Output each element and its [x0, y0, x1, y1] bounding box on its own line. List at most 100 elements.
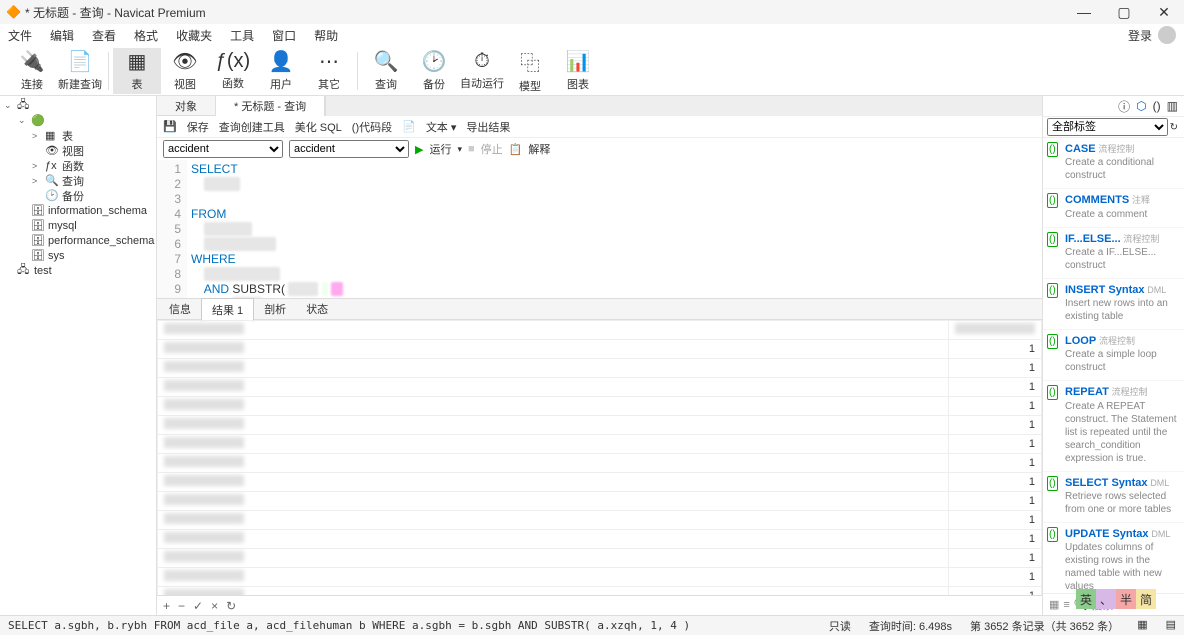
tree-item[interactable]: ⌄🖧 — [0, 98, 156, 113]
toolbar-图表[interactable]: 📊图表 — [554, 48, 602, 94]
toolbar-查询[interactable]: 🔍查询 — [362, 48, 410, 94]
menu-format[interactable]: 格式 — [134, 27, 158, 44]
menu-favorites[interactable]: 收藏夹 — [176, 27, 212, 44]
snippet-list[interactable]: CASE 流程控制Create a conditional constructC… — [1043, 138, 1184, 593]
tree-item[interactable]: 🗄information_schema — [0, 203, 156, 218]
tree-item[interactable]: ⌄🟢 — [0, 113, 156, 128]
toolbar-函数[interactable]: ƒ(x)函数 — [209, 48, 257, 94]
menu-help[interactable]: 帮助 — [314, 27, 338, 44]
menu-tools[interactable]: 工具 — [230, 27, 254, 44]
status-form-icon[interactable]: ▤ — [1166, 618, 1176, 634]
tree-item[interactable]: 🗄mysql — [0, 218, 156, 233]
panel-icon-1[interactable]: ⓘ — [1118, 98, 1130, 115]
explain-button[interactable]: 解释 — [528, 141, 550, 157]
menu-file[interactable]: 文件 — [8, 27, 32, 44]
maximize-button[interactable]: ▢ — [1110, 4, 1138, 21]
toolbar-自动运行[interactable]: ⏱自动运行 — [458, 48, 506, 94]
add-row-button[interactable]: + — [163, 599, 170, 613]
status-grid-icon[interactable]: ▦ — [1137, 618, 1147, 634]
query-controls: accident accident ▶运行▾ ■停止 📋解释 — [157, 138, 1042, 160]
tree-item[interactable]: 🖧test — [0, 263, 156, 278]
tree-item[interactable]: >ƒx函数 — [0, 158, 156, 173]
result-tab-信息[interactable]: 信息 — [159, 298, 201, 320]
window-title: * 无标题 - 查询 - Navicat Premium — [25, 4, 206, 21]
close-button[interactable]: ✕ — [1150, 4, 1178, 21]
minimize-button[interactable]: — — [1070, 4, 1098, 20]
tree-item[interactable]: 🗄performance_schema — [0, 233, 156, 248]
toolbar-模型[interactable]: ⿻模型 — [506, 48, 554, 94]
grid-view-icon[interactable]: ▦ — [1049, 598, 1059, 611]
query-builder-button[interactable]: 查询创建工具 — [219, 119, 285, 135]
snippet-filter-select[interactable]: 全部标签 — [1047, 118, 1168, 136]
panel-icon-4[interactable]: ▥ — [1167, 99, 1178, 113]
toolbar-其它[interactable]: ⋯其它 — [305, 48, 353, 94]
table-row[interactable]: 1 — [158, 587, 1042, 596]
tab-对象[interactable]: 对象 — [157, 96, 216, 116]
sql-code[interactable]: SELECT xxxxxx FROM xxxxxxxx xxxxxxxxxxxx… — [187, 160, 1042, 298]
table-row[interactable]: 1 — [158, 359, 1042, 378]
result-tab-剖析[interactable]: 剖析 — [254, 298, 296, 320]
table-row[interactable]: 1 — [158, 454, 1042, 473]
toolbar-表[interactable]: ▦表 — [113, 48, 161, 94]
table-row[interactable]: 1 — [158, 416, 1042, 435]
table-row[interactable]: 1 — [158, 492, 1042, 511]
table-row[interactable]: 1 — [158, 397, 1042, 416]
tree-item[interactable]: >🔍查询 — [0, 173, 156, 188]
table-row[interactable]: 1 — [158, 473, 1042, 492]
inner-tabs: 对象* 无标题 - 查询 — [157, 96, 1042, 116]
snippet-button[interactable]: ()代码段 — [352, 119, 392, 135]
table-row[interactable]: 1 — [158, 435, 1042, 454]
tree-item[interactable]: 🕑备份 — [0, 188, 156, 203]
snippet-CASE[interactable]: CASE 流程控制Create a conditional construct — [1043, 138, 1184, 189]
table-row[interactable]: 1 — [158, 511, 1042, 530]
main-area: ⌄🖧⌄🟢>▦表👁视图>ƒx函数>🔍查询🕑备份🗄information_schem… — [0, 96, 1184, 615]
toolbar-视图[interactable]: 👁视图 — [161, 48, 209, 94]
refresh-button[interactable]: ↻ — [226, 599, 236, 613]
snippet-SELECT Syntax[interactable]: SELECT Syntax DMLRetrieve rows selected … — [1043, 472, 1184, 523]
snippet-IF...ELSE...[interactable]: IF...ELSE... 流程控制Create a IF...ELSE... c… — [1043, 228, 1184, 279]
result-tab-状态[interactable]: 状态 — [296, 298, 338, 320]
tree-item[interactable]: 👁视图 — [0, 143, 156, 158]
text-button[interactable]: 文本 ▾ — [426, 119, 457, 135]
toolbar-连接[interactable]: 🔌连接 — [8, 48, 56, 94]
avatar-icon[interactable] — [1158, 26, 1176, 44]
menu-edit[interactable]: 编辑 — [50, 27, 74, 44]
menu-view[interactable]: 查看 — [92, 27, 116, 44]
tab-* 无标题 - 查询[interactable]: * 无标题 - 查询 — [216, 96, 325, 116]
snippet-REPEAT[interactable]: REPEAT 流程控制Create A REPEAT construct. Th… — [1043, 381, 1184, 471]
result-grid[interactable]: 1111111111111111 — [157, 320, 1042, 595]
database-select[interactable]: accident — [163, 140, 283, 158]
toolbar-备份[interactable]: 🕑备份 — [410, 48, 458, 94]
delete-row-button[interactable]: − — [178, 599, 185, 613]
snippet-COMMENTS[interactable]: COMMENTS 注释Create a comment — [1043, 189, 1184, 227]
beautify-sql-button[interactable]: 美化 SQL — [295, 119, 342, 135]
cancel-button[interactable]: × — [211, 599, 218, 613]
panel-icon-3[interactable]: () — [1153, 99, 1161, 113]
toolbar-新建查询[interactable]: 📄新建查询 — [56, 48, 104, 94]
tree-item[interactable]: >▦表 — [0, 128, 156, 143]
panel-icon-2[interactable]: ⬡ — [1136, 99, 1146, 113]
save-button[interactable]: 保存 — [187, 119, 209, 135]
menu-bar: 文件 编辑 查看 格式 收藏夹 工具 窗口 帮助 登录 — [0, 24, 1184, 46]
schema-select[interactable]: accident — [289, 140, 409, 158]
run-button[interactable]: 运行 — [429, 141, 451, 157]
sql-editor[interactable]: 12345678910 SELECT xxxxxx FROM xxxxxxxx … — [157, 160, 1042, 298]
result-tab-结果 1[interactable]: 结果 1 — [201, 298, 254, 322]
table-row[interactable]: 1 — [158, 530, 1042, 549]
export-result-button[interactable]: 导出结果 — [466, 119, 510, 135]
table-row[interactable]: 1 — [158, 340, 1042, 359]
toolbar-用户[interactable]: 👤用户 — [257, 48, 305, 94]
login-link[interactable]: 登录 — [1128, 27, 1152, 44]
refresh-snippets-icon[interactable]: ↻ — [1168, 122, 1180, 133]
stop-button[interactable]: 停止 — [481, 141, 503, 157]
snippet-UPDATE Syntax[interactable]: UPDATE Syntax DMLUpdates columns of exis… — [1043, 523, 1184, 593]
table-row[interactable]: 1 — [158, 378, 1042, 397]
menu-window[interactable]: 窗口 — [272, 27, 296, 44]
status-readonly: 只读 — [829, 618, 851, 634]
apply-button[interactable]: ✓ — [193, 599, 203, 613]
table-row[interactable]: 1 — [158, 549, 1042, 568]
list-view-icon[interactable]: ≡ — [1063, 599, 1069, 611]
snippet-LOOP[interactable]: LOOP 流程控制Create a simple loop construct — [1043, 330, 1184, 381]
table-row[interactable]: 1 — [158, 568, 1042, 587]
snippet-INSERT Syntax[interactable]: INSERT Syntax DMLInsert new rows into an… — [1043, 279, 1184, 330]
